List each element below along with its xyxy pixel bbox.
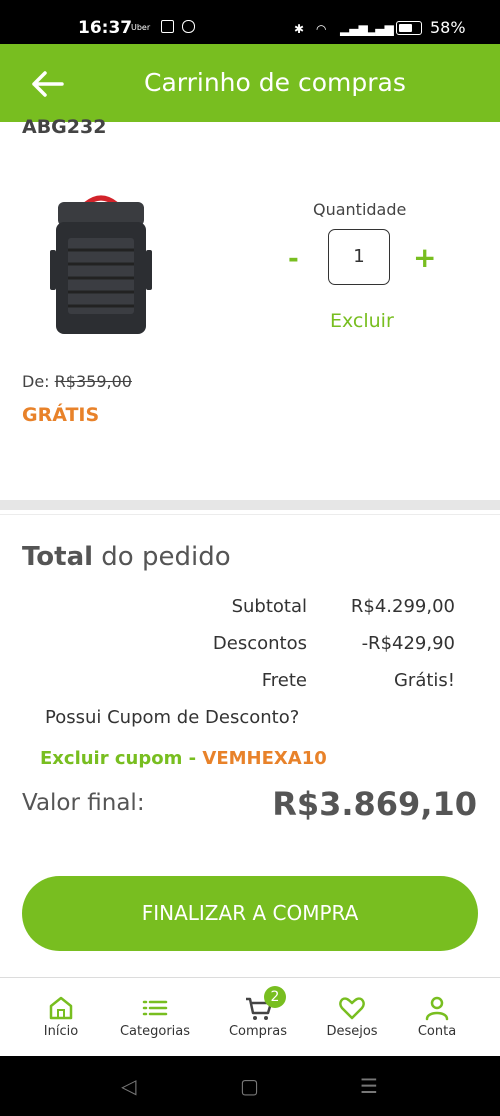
old-price-prefix: De: xyxy=(22,372,50,391)
quantity-field[interactable]: 1 xyxy=(328,229,390,285)
final-value: R$3.869,10 xyxy=(272,785,477,823)
nav-item-account[interactable]: Conta xyxy=(389,978,485,1056)
shipping-label: Frete xyxy=(261,670,307,691)
bottom-nav: Início Categorias 2 Compras Desejos Cont xyxy=(0,978,500,1056)
shipping-value: Grátis! xyxy=(393,670,455,691)
remove-coupon-link[interactable]: Excluir cupom - xyxy=(40,748,196,769)
nav-label-account: Conta xyxy=(417,1024,457,1039)
subtotal-value: R$4.299,00 xyxy=(350,596,455,617)
nav-item-wishlist[interactable]: Desejos xyxy=(304,978,400,1056)
app-header: Carrinho de compras xyxy=(0,44,500,122)
remove-item-link[interactable]: Excluir xyxy=(330,310,394,332)
current-price: GRÁTIS xyxy=(22,404,100,426)
home-icon xyxy=(49,996,73,1020)
gallery-notification-icon xyxy=(161,20,174,33)
nav-label-home: Início xyxy=(43,1024,79,1039)
product-image[interactable] xyxy=(46,190,156,340)
order-total-title: Total do pedido xyxy=(22,542,231,572)
battery-icon xyxy=(396,21,422,35)
nav-item-categories[interactable]: Categorias xyxy=(107,978,203,1056)
coupon-code: VEMHEXA10 xyxy=(202,748,327,769)
quantity-label: Quantidade xyxy=(313,200,407,219)
nav-item-cart[interactable]: 2 Compras xyxy=(210,978,306,1056)
uber-notification-icon: Uber xyxy=(131,23,151,32)
discount-value: -R$429,90 xyxy=(361,633,455,654)
coupon-row: Excluir cupom - VEMHEXA10 xyxy=(40,748,327,769)
heart-icon xyxy=(339,997,365,1020)
nav-label-categories: Categorias xyxy=(119,1024,191,1039)
product-sku: ABG232 xyxy=(22,116,107,138)
coupon-question[interactable]: Possui Cupom de Desconto? xyxy=(45,707,299,728)
wifi-icon: ◠ xyxy=(316,22,327,36)
nav-item-home[interactable]: Início xyxy=(13,978,109,1056)
old-price: De: R$359,00 xyxy=(22,372,132,391)
system-home-icon[interactable]: ▢ xyxy=(240,1074,259,1098)
list-icon xyxy=(142,1000,168,1016)
cart-count-badge: 2 xyxy=(264,986,286,1008)
bluetooth-icon: ✱ xyxy=(294,22,305,36)
old-price-value: R$359,00 xyxy=(54,372,132,391)
page-title: Carrinho de compras xyxy=(144,68,406,97)
system-nav-bar: ◁ ▢ ☰ xyxy=(0,1056,500,1116)
signal-icon: ▂▄▆ xyxy=(340,22,368,36)
status-bar: 16:37 Uber ✱ ◠ ▂▄▆ ▂▄▆ 58% xyxy=(0,0,500,44)
status-time: 16:37 xyxy=(78,18,133,38)
signal-2-icon: ▂▄▆ xyxy=(366,22,394,36)
final-value-label: Valor final: xyxy=(22,790,145,816)
battery-level: 58% xyxy=(430,18,466,37)
section-divider xyxy=(0,500,500,510)
subtotal-label: Subtotal xyxy=(231,596,307,617)
system-back-icon[interactable]: ◁ xyxy=(121,1074,136,1098)
discount-label: Descontos xyxy=(212,633,307,654)
order-total-title-rest: do pedido xyxy=(101,542,231,572)
section-divider-line xyxy=(0,514,500,515)
nav-label-cart: Compras xyxy=(228,1024,288,1039)
nav-label-wishlist: Desejos xyxy=(326,1024,378,1039)
decrease-quantity-button[interactable]: - xyxy=(288,244,299,274)
checkout-button[interactable]: FINALIZAR A COMPRA xyxy=(22,876,478,951)
system-menu-icon[interactable]: ☰ xyxy=(360,1074,378,1098)
user-icon xyxy=(425,996,449,1021)
order-total-title-bold: Total xyxy=(22,542,94,572)
shield-notification-icon xyxy=(182,20,195,33)
increase-quantity-button[interactable]: + xyxy=(413,241,436,274)
back-arrow-icon[interactable] xyxy=(30,66,66,102)
